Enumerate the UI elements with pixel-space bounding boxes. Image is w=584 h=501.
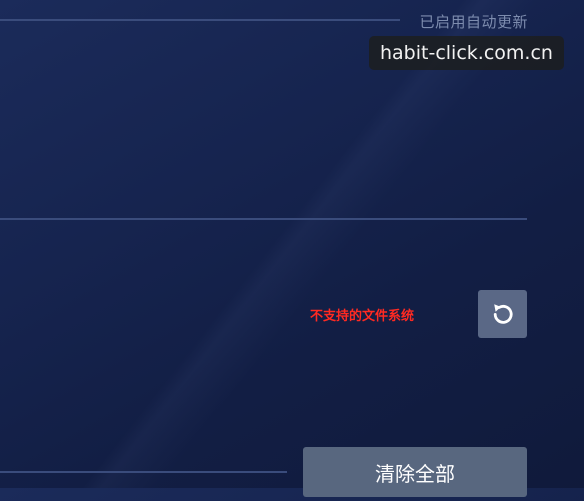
clear-all-button[interactable]: 清除全部 xyxy=(303,447,527,497)
section-divider xyxy=(0,218,527,220)
auto-update-status: 已启用自动更新 xyxy=(419,13,528,31)
filesystem-error-message: 不支持的文件系统 xyxy=(310,309,415,324)
background-sheen xyxy=(0,0,584,488)
watermark: habit-click.com.cn xyxy=(369,36,564,70)
watermark-text: habit-click.com.cn xyxy=(380,42,553,64)
refresh-icon xyxy=(493,304,513,324)
bottom-divider xyxy=(0,471,287,473)
refresh-button[interactable] xyxy=(478,290,527,338)
top-divider xyxy=(0,19,400,21)
